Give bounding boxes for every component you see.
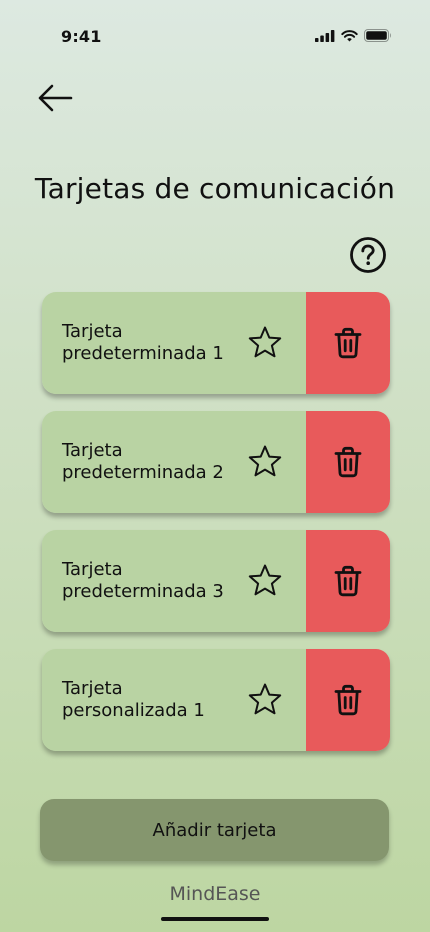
card-body[interactable]: Tarjeta personalizada 1 <box>42 649 306 751</box>
trash-icon <box>334 327 362 359</box>
arrow-left-icon <box>38 84 73 112</box>
card-body[interactable]: Tarjeta predeterminada 3 <box>42 530 306 632</box>
delete-card-button[interactable] <box>306 649 390 751</box>
communication-card: Tarjeta predeterminada 2 <box>42 411 390 513</box>
back-button[interactable] <box>34 78 76 118</box>
favorite-button[interactable] <box>245 561 285 601</box>
card-body[interactable]: Tarjeta predeterminada 1 <box>42 292 306 394</box>
status-bar: 9:41 <box>0 0 430 60</box>
star-icon <box>248 683 282 715</box>
card-label: Tarjeta predeterminada 1 <box>62 321 224 364</box>
battery-icon <box>364 29 391 42</box>
favorite-button[interactable] <box>245 442 285 482</box>
page-title: Tarjetas de comunicación <box>34 172 396 205</box>
brand-name: MindEase <box>169 883 261 905</box>
help-button[interactable] <box>349 236 387 274</box>
star-icon <box>248 564 282 596</box>
question-circle-icon <box>350 237 386 273</box>
status-icons <box>315 29 392 42</box>
wifi-icon <box>341 29 358 41</box>
star-icon <box>248 326 282 358</box>
favorite-button[interactable] <box>245 323 285 363</box>
communication-card: Tarjeta predeterminada 1 <box>42 292 390 394</box>
status-time: 9:41 <box>61 27 102 46</box>
home-indicator[interactable] <box>161 917 269 921</box>
delete-card-button[interactable] <box>306 411 390 513</box>
trash-icon <box>334 565 362 597</box>
card-list: Tarjeta predeterminada 1 Tarjeta predete… <box>42 292 390 768</box>
favorite-button[interactable] <box>245 680 285 720</box>
delete-card-button[interactable] <box>306 530 390 632</box>
card-label: Tarjeta personalizada 1 <box>62 678 205 721</box>
card-body[interactable]: Tarjeta predeterminada 2 <box>42 411 306 513</box>
card-label: Tarjeta predeterminada 3 <box>62 559 224 602</box>
trash-icon <box>334 684 362 716</box>
communication-card: Tarjeta predeterminada 3 <box>42 530 390 632</box>
communication-card: Tarjeta personalizada 1 <box>42 649 390 751</box>
add-card-button[interactable]: Añadir tarjeta <box>40 799 389 861</box>
card-label: Tarjeta predeterminada 2 <box>62 440 224 483</box>
trash-icon <box>334 446 362 478</box>
cellular-signal-icon <box>315 29 335 42</box>
star-icon <box>248 445 282 477</box>
delete-card-button[interactable] <box>306 292 390 394</box>
